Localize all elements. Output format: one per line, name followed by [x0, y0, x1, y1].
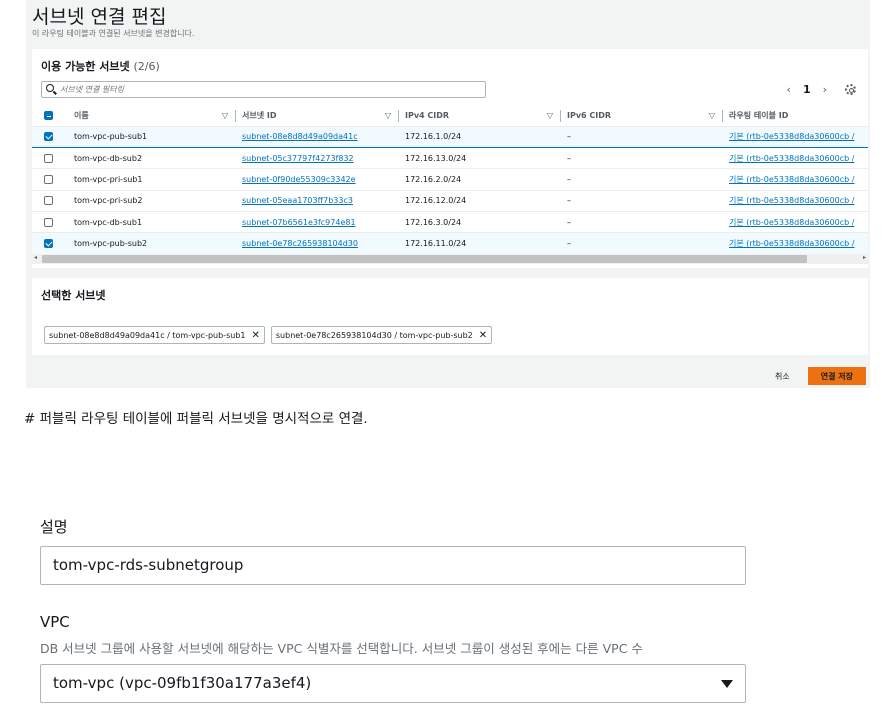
subnet-name: tom-vpc-db-sub1 [74, 211, 236, 234]
row-checkbox[interactable] [44, 174, 53, 184]
close-icon[interactable]: ✕ [479, 330, 487, 341]
edit-subnet-associations-screenshot: 서브넷 연결 편집 이 라우팅 테이블과 연결된 서브넷을 변경합니다. 이용 … [26, 0, 870, 388]
route-table-link[interactable]: 기본 (rtb-0e5338d8da30600cb / [729, 239, 854, 248]
table-row[interactable]: tom-vpc-db-sub1 subnet-07b6561e3fc974e81… [32, 211, 868, 234]
column-header-ipv6-cidr[interactable]: IPv6 CIDR ▽ [561, 106, 723, 127]
select-all-checkbox[interactable] [44, 111, 53, 121]
vpc-help-text: DB 서브넷 그룹에 사용할 서브넷에 해당하는 VPC 식별자를 선택합니다.… [40, 641, 643, 656]
column-header-subnet-id[interactable]: 서브넷 ID ▽ [236, 106, 399, 127]
select-all-header[interactable] [32, 106, 74, 127]
table-header-row: 이름 ▽ 서브넷 ID ▽ IPv4 CIDR ▽ IPv6 CIDR ▽ 라우팅 테이… [32, 106, 868, 127]
available-subnets-panel: 이용 가능한 서브넷 (2/6) ‹ 1 › 이름▽ 서브넷 ID▽ IPv4 … [32, 49, 868, 268]
route-table-link[interactable]: 기본 (rtb-0e5338d8da30600cb / [729, 196, 854, 205]
ipv4-cidr: 172.16.3.0/24 [405, 217, 462, 227]
column-header-name[interactable]: 이름 ▽ [74, 106, 236, 127]
gear-icon[interactable] [845, 84, 856, 95]
selected-subnets-heading: 선택한 서브넷 [41, 289, 106, 302]
ipv6-cidr: – [567, 132, 571, 142]
subnet-id-link[interactable]: subnet-07b6561e3fc974e81 [242, 218, 356, 227]
route-table-link[interactable]: 기본 (rtb-0e5338d8da30600cb / [729, 132, 854, 141]
column-header-ipv4-cidr[interactable]: IPv4 CIDR ▽ [399, 106, 561, 127]
ipv6-cidr: – [567, 153, 571, 163]
ipv4-cidr: 172.16.1.0/24 [405, 132, 462, 142]
route-table-link[interactable]: 기본 (rtb-0e5338d8da30600cb / [729, 154, 854, 163]
column-header-route-table-id[interactable]: 라우팅 테이블 ID [723, 106, 868, 127]
vpc-selected-value: tom-vpc (vpc-09fb1f30a177a3ef4) [53, 674, 312, 692]
selected-subnets-panel: 선택한 서브넷 subnet-08e8d8d49a09da41c / tom-v… [32, 278, 868, 355]
ipv6-cidr: – [567, 217, 571, 227]
available-subnets-title: 이용 가능한 서브넷 [41, 60, 130, 73]
next-page-icon[interactable]: › [823, 83, 827, 96]
description-input[interactable]: tom-vpc-rds-subnetgroup [40, 546, 746, 585]
table-row[interactable]: tom-vpc-pri-sub1 subnet-0f90de55309c3342… [32, 168, 868, 191]
ipv4-cidr: 172.16.12.0/24 [405, 196, 467, 206]
scrollbar-thumb[interactable] [42, 255, 807, 263]
row-checkbox[interactable] [44, 153, 53, 163]
selected-subnet-token: subnet-08e8d8d49a09da41c / tom-vpc-pub-s… [44, 326, 265, 344]
search-icon [46, 84, 54, 92]
table-row[interactable]: tom-vpc-db-sub2 subnet-05c37797f4273f832… [32, 147, 868, 170]
scroll-left-icon[interactable]: ◂ [34, 254, 37, 261]
modal-actions: 취소 연결 저장 [775, 367, 866, 385]
previous-page-icon[interactable]: ‹ [787, 83, 791, 96]
vpc-select[interactable]: tom-vpc (vpc-09fb1f30a177a3ef4) [40, 664, 746, 703]
close-icon[interactable]: ✕ [251, 330, 259, 341]
caret-down-icon [721, 680, 733, 688]
caption-text: # 퍼블릭 라우팅 테이블에 퍼블릭 서브넷을 명시적으로 연결. [24, 411, 368, 427]
sort-icon[interactable]: ▽ [709, 111, 715, 120]
ipv6-cidr: – [567, 196, 571, 206]
route-table-link[interactable]: 기본 (rtb-0e5338d8da30600cb / [729, 175, 854, 184]
row-checkbox[interactable] [44, 239, 53, 249]
subnet-name: tom-vpc-pri-sub1 [74, 168, 236, 191]
current-page[interactable]: 1 [803, 83, 811, 96]
description-label: 설명 [40, 518, 68, 536]
ipv4-cidr: 172.16.2.0/24 [405, 174, 462, 184]
subnet-id-link[interactable]: subnet-08e8d8d49a09da41c [242, 132, 358, 141]
scroll-right-icon[interactable]: ▸ [863, 254, 866, 261]
subnet-name: tom-vpc-pub-sub2 [74, 232, 236, 255]
page-subtitle: 이 라우팅 테이블과 연결된 서브넷을 변경합니다. [32, 29, 195, 38]
sort-icon[interactable]: ▽ [222, 111, 228, 120]
row-checkbox[interactable] [44, 132, 53, 142]
selection-count: (2/6) [133, 60, 160, 73]
page-title: 서브넷 연결 편집 [32, 6, 167, 28]
subnet-name: tom-vpc-pub-sub1 [74, 125, 236, 148]
ipv4-cidr: 172.16.11.0/24 [405, 239, 467, 249]
subnets-table: 이름 ▽ 서브넷 ID ▽ IPv4 CIDR ▽ IPv6 CIDR ▽ 라우팅 테이… [32, 106, 868, 255]
ipv6-cidr: – [567, 239, 571, 249]
pagination: ‹ 1 › [787, 83, 856, 96]
table-row[interactable]: tom-vpc-pri-sub2 subnet-05eaa1703ff7b33c… [32, 190, 868, 213]
subnet-filter-input[interactable] [60, 83, 480, 96]
table-row[interactable]: tom-vpc-pub-sub2 subnet-0e78c265938104d3… [32, 232, 868, 255]
selected-subnet-tokens: subnet-08e8d8d49a09da41c / tom-vpc-pub-s… [44, 326, 493, 344]
ipv6-cidr: – [567, 174, 571, 184]
sort-icon[interactable]: ▽ [385, 111, 391, 120]
row-checkbox[interactable] [44, 196, 53, 206]
available-subnets-heading: 이용 가능한 서브넷 (2/6) [41, 58, 160, 74]
subnet-id-link[interactable]: subnet-05eaa1703ff7b33c3 [242, 196, 353, 205]
row-checkbox[interactable] [44, 217, 53, 227]
subnet-id-link[interactable]: subnet-0e78c265938104d30 [242, 239, 358, 248]
subnet-id-link[interactable]: subnet-0f90de55309c3342e [242, 175, 356, 184]
route-table-link[interactable]: 기본 (rtb-0e5338d8da30600cb / [729, 218, 854, 227]
subnet-name: tom-vpc-pri-sub2 [74, 190, 236, 213]
horizontal-scrollbar[interactable]: ◂ ▸ [32, 254, 868, 264]
subnet-name: tom-vpc-db-sub2 [74, 147, 236, 170]
cancel-button[interactable]: 취소 [775, 371, 790, 382]
sort-icon[interactable]: ▽ [547, 111, 553, 120]
save-associations-button[interactable]: 연결 저장 [807, 367, 866, 385]
subnet-filter-field[interactable] [41, 81, 486, 98]
table-row[interactable]: tom-vpc-pub-sub1 subnet-08e8d8d49a09da41… [32, 125, 868, 148]
selected-subnet-token: subnet-0e78c265938104d30 / tom-vpc-pub-s… [270, 326, 493, 344]
vpc-label: VPC [40, 613, 70, 631]
subnet-id-link[interactable]: subnet-05c37797f4273f832 [242, 154, 354, 163]
ipv4-cidr: 172.16.13.0/24 [405, 153, 467, 163]
